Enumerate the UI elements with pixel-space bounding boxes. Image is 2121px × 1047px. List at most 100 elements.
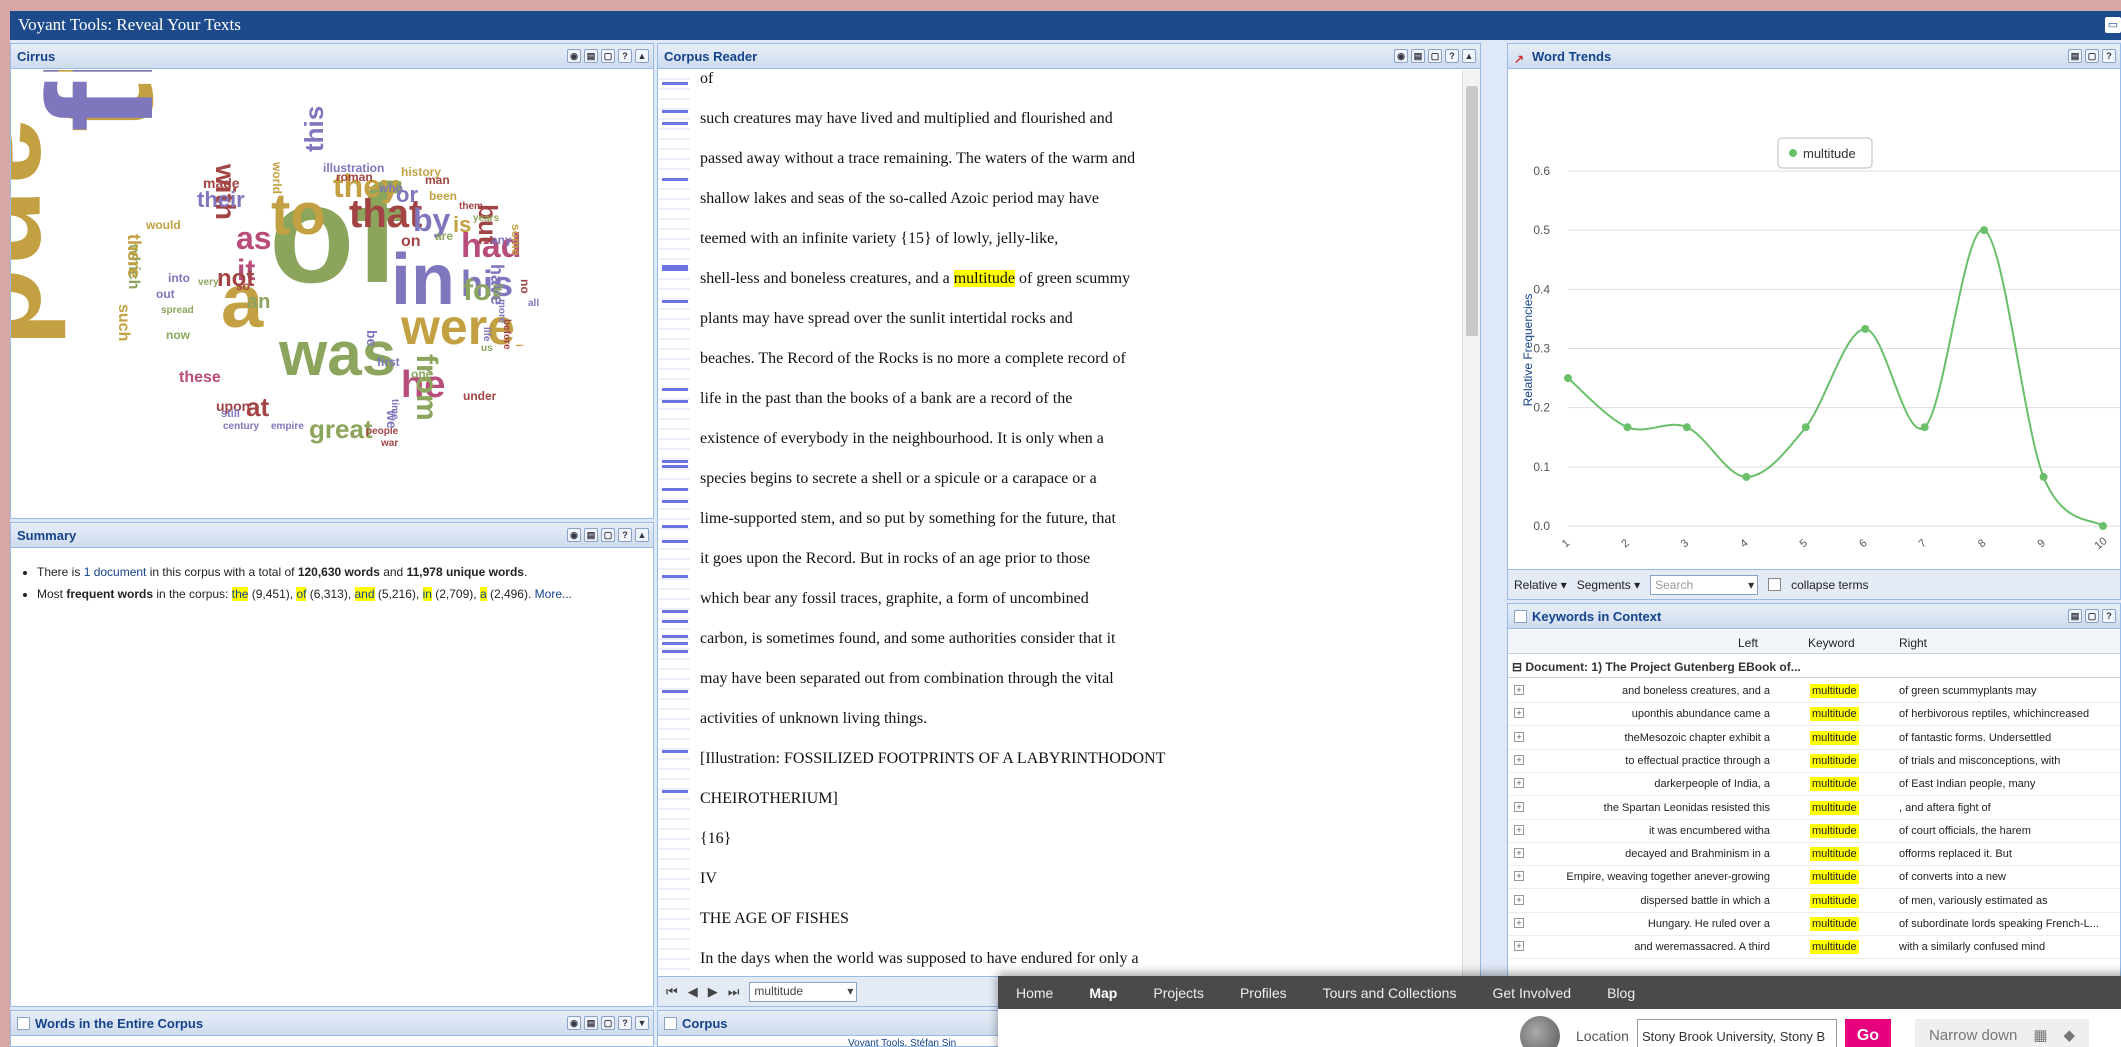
export-icon[interactable]: ▤ — [1411, 49, 1425, 63]
freq-word-link[interactable]: of — [296, 587, 307, 601]
help-icon[interactable]: ? — [2102, 49, 2116, 63]
term-marker[interactable] — [662, 635, 688, 638]
kwic-row[interactable]: + Hungary. He ruled over a multitude of sub… — [1508, 913, 2120, 936]
term-marker[interactable] — [662, 790, 688, 793]
settings-icon[interactable]: ▢ — [601, 49, 615, 63]
cloud-word[interactable]: been — [429, 190, 457, 202]
cloud-word[interactable]: them — [459, 202, 483, 212]
cloud-word[interactable]: would — [146, 219, 181, 231]
cloud-word[interactable]: their — [197, 189, 245, 211]
relative-menu[interactable]: Relative ▾ — [1514, 578, 1567, 592]
save-icon[interactable]: ◉ — [567, 49, 581, 63]
expand-row-icon[interactable]: + — [1514, 894, 1524, 905]
cloud-word[interactable]: man — [425, 174, 450, 186]
cloud-word[interactable]: who — [379, 182, 403, 194]
cloud-word[interactable]: is — [453, 214, 471, 236]
term-marker[interactable] — [662, 500, 688, 503]
reader-scrollbar[interactable] — [1462, 70, 1480, 976]
export-icon[interactable]: ▤ — [584, 1016, 598, 1030]
term-marker[interactable] — [662, 575, 688, 578]
cloud-word[interactable]: to — [271, 186, 326, 244]
kwic-row[interactable]: + and boneless creatures, and a multitude o… — [1508, 680, 2120, 703]
kwic-row[interactable]: + decayed and Brahminism in a multitude off… — [1508, 843, 2120, 867]
term-marker[interactable] — [662, 110, 688, 113]
kwic-row[interactable]: + theMesozoic chapter exhibit a multitude o… — [1508, 727, 2120, 750]
cloud-word[interactable]: years — [473, 214, 499, 224]
words-corpus-header[interactable]: Words in the Entire Corpus ◉ ▤ ▢ ? ▼ — [11, 1011, 653, 1036]
cloud-word[interactable]: on — [401, 234, 421, 250]
cloud-word[interactable]: such — [115, 304, 132, 341]
kwic-row[interactable]: + Empire, weaving together anever-growing… — [1508, 866, 2120, 890]
col-keyword-header[interactable]: Keyword — [1808, 636, 1855, 650]
kwic-row[interactable]: + to effectual practice through a multitud… — [1508, 750, 2120, 773]
cloud-word[interactable]: first — [377, 356, 400, 368]
window-icon[interactable]: ▭ — [2105, 17, 2121, 33]
calendar-icon[interactable]: ▦ — [2033, 1019, 2047, 1047]
cloud-word[interactable]: roman — [336, 171, 373, 183]
expand-row-icon[interactable]: + — [1514, 941, 1524, 952]
cloud-word[interactable]: first — [16, 70, 184, 132]
cloud-word[interactable]: still — [221, 409, 240, 420]
cloud-word[interactable]: from — [410, 354, 443, 421]
term-marker[interactable] — [662, 178, 688, 181]
term-distribution-gutter[interactable] — [658, 70, 690, 976]
collapse-icon[interactable]: ▲ — [1462, 49, 1476, 63]
cloud-word[interactable]: and — [11, 116, 89, 347]
cloud-word[interactable]: life — [481, 327, 492, 341]
overlay-nav-map[interactable]: Map — [1071, 985, 1135, 1001]
term-marker[interactable] — [662, 642, 688, 645]
prev-page-icon[interactable]: ◀ — [688, 984, 698, 1000]
cloud-word[interactable]: world — [270, 162, 284, 194]
cloud-word[interactable]: all — [528, 299, 539, 309]
export-icon[interactable]: ▤ — [2068, 609, 2082, 623]
kwic-row[interactable]: + darkerpeople of India, a multitude of Eas… — [1508, 773, 2120, 797]
help-icon[interactable]: ? — [1445, 49, 1459, 63]
cloud-word[interactable]: us — [481, 344, 493, 354]
freq-word-link[interactable]: a — [479, 587, 487, 601]
settings-icon[interactable]: ▢ — [2085, 49, 2099, 63]
cloud-word[interactable]: one — [411, 368, 432, 380]
voyant-credit[interactable]: Voyant Tools, Stéfan Sin — [848, 1038, 956, 1046]
expand-row-icon[interactable]: + — [1514, 801, 1524, 812]
term-select[interactable]: multitude ▾ — [749, 981, 858, 1002]
cloud-word[interactable]: before — [501, 319, 512, 350]
term-marker[interactable] — [662, 82, 688, 85]
cloud-word[interactable]: there — [124, 234, 144, 278]
save-icon[interactable]: ◉ — [567, 1016, 581, 1030]
expand-row-icon[interactable]: + — [1514, 708, 1524, 719]
expand-row-icon[interactable]: + — [1514, 685, 1524, 695]
avatar[interactable] — [1520, 1016, 1560, 1047]
term-marker[interactable] — [662, 750, 688, 753]
cloud-word[interactable]: more — [496, 299, 507, 323]
cloud-word[interactable]: empire — [271, 422, 304, 432]
expand-row-icon[interactable]: + — [1514, 918, 1524, 928]
cloud-word[interactable]: under — [463, 390, 496, 402]
kwic-row[interactable]: + it was encumbered witha multitude of cour… — [1508, 820, 2120, 843]
term-marker[interactable] — [662, 465, 688, 468]
save-icon[interactable]: ◉ — [1394, 49, 1408, 63]
expand-row-icon[interactable]: + — [1514, 778, 1524, 789]
cloud-word[interactable]: now — [166, 329, 190, 341]
overlay-nav-blog[interactable]: Blog — [1589, 985, 1653, 1001]
next-page-icon[interactable]: ▶ — [708, 984, 718, 1000]
term-marker[interactable] — [662, 122, 688, 125]
cloud-word[interactable]: these — [179, 370, 221, 386]
settings-icon[interactable]: ▢ — [601, 528, 615, 542]
term-marker[interactable] — [662, 268, 688, 271]
settings-icon[interactable]: ▢ — [1428, 49, 1442, 63]
kwic-row[interactable]: + uponthis abundance came a multitude of he… — [1508, 703, 2120, 727]
overlay-nav-home[interactable]: Home — [998, 985, 1071, 1001]
term-marker[interactable] — [662, 610, 688, 613]
segments-menu[interactable]: Segments ▾ — [1577, 578, 1640, 592]
kwic-row[interactable]: + and weremassacred. A third multitude with… — [1508, 936, 2120, 960]
cloud-word[interactable]: are — [435, 230, 453, 242]
overlay-nav-profiles[interactable]: Profiles — [1222, 985, 1305, 1001]
cloud-word[interactable]: no — [518, 279, 532, 294]
term-marker[interactable] — [662, 460, 688, 463]
narrow-down[interactable]: Narrow down ▦ ◆ — [1914, 1019, 2090, 1047]
overlay-nav-get-involved[interactable]: Get Involved — [1474, 985, 1589, 1001]
go-button[interactable]: Go — [1844, 1019, 1891, 1047]
expand-row-icon[interactable]: + — [1514, 754, 1524, 765]
term-marker[interactable] — [662, 300, 688, 303]
cloud-word[interactable]: i — [513, 344, 524, 347]
